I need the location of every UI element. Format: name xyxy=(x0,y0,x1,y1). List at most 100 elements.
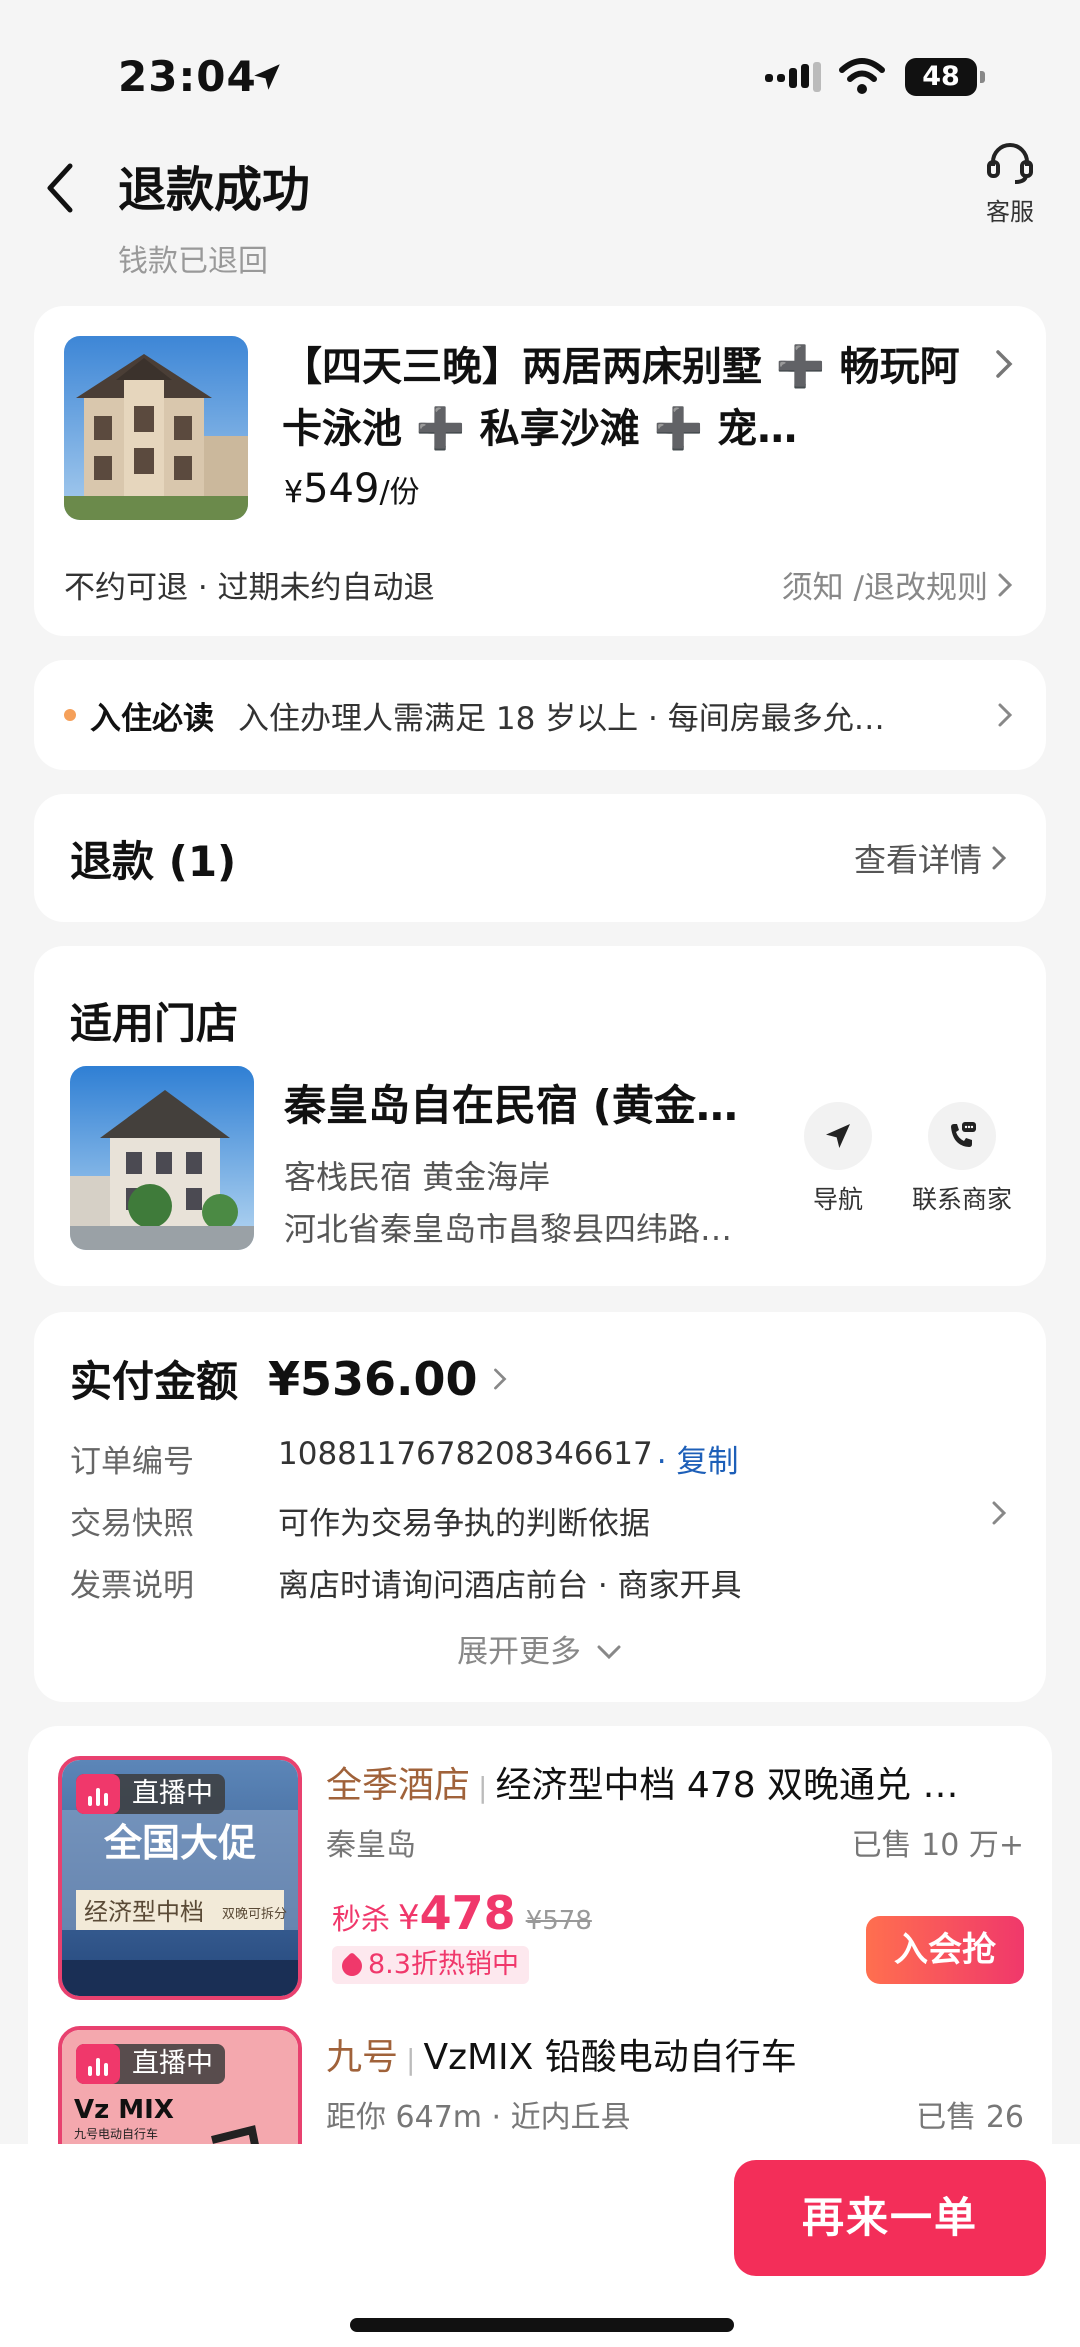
paid-amount-label: 实付金额 xyxy=(70,1357,239,1406)
product-title[interactable]: 【四天三晚】两居两床别墅 ➕ 畅玩阿卡泳池 ➕ 私享沙滩 ➕ 宠… xyxy=(282,336,962,460)
cellular-signal-icon xyxy=(765,62,823,98)
recommendation-brand: 全季酒店 xyxy=(326,1765,471,1806)
chevron-right-icon xyxy=(493,1368,507,1389)
page-title: 退款成功 xyxy=(118,162,311,218)
price-value: 549 xyxy=(303,466,380,512)
join-and-buy-button[interactable]: 入会抢 xyxy=(866,1916,1024,1984)
store-image[interactable] xyxy=(70,1066,254,1250)
notice-text: 入住办理人需满足 18 岁以上 · 每间房最多允… xyxy=(238,700,885,737)
invoice-key: 发票说明 xyxy=(70,1568,194,1604)
recommendation-sold: 已售 10 万+ xyxy=(851,1828,1024,1863)
check-in-notice[interactable]: 入住必读 入住办理人需满足 18 岁以上 · 每间房最多允… xyxy=(34,660,1046,770)
store-tags: 客栈民宿 黄金海岸 xyxy=(284,1158,551,1196)
refund-policy-text: 不约可退 · 过期未约自动退 xyxy=(64,570,435,606)
live-bars-icon xyxy=(76,1774,120,1814)
notice-label: 入住必读 xyxy=(90,700,214,737)
refund-section[interactable]: 退款 (1) 查看详情 xyxy=(34,794,1046,922)
order-number-key: 订单编号 xyxy=(70,1444,194,1480)
invoice-row: 发票说明 离店时请询问酒店前台 · 商家开具 xyxy=(70,1560,742,1605)
discount-label: 8.3折热销中 xyxy=(368,1949,519,1980)
invoice-value: 离店时请询问酒店前台 · 商家开具 xyxy=(278,1568,742,1604)
chevron-right-icon xyxy=(998,703,1013,727)
navigate-label: 导航 xyxy=(812,1185,863,1214)
store-section-title: 适用门店 xyxy=(70,999,239,1048)
paid-amount-row[interactable]: 实付金额 ¥536.00 xyxy=(70,1348,510,1409)
contact-merchant-button[interactable]: 联系商家 xyxy=(906,1102,1018,1216)
wifi-icon xyxy=(838,58,886,102)
price-unit: /份 xyxy=(379,475,420,510)
promo-image-text: 全国大促 xyxy=(103,1821,256,1865)
promo-image-text: Vz MIX xyxy=(74,2095,174,2125)
live-label: 直播中 xyxy=(132,1778,213,1809)
order-number-value: 1088117678208346617 xyxy=(278,1436,653,1472)
price-tag-icon xyxy=(337,1951,367,1981)
contact-merchant-label: 联系商家 xyxy=(911,1185,1012,1214)
rules-link-label: 须知 /退改规则 xyxy=(781,570,988,606)
price-symbol: ¥ xyxy=(284,475,304,510)
recommendation-title[interactable]: 全季酒店 | 经济型中档 478 双晚通兑 … xyxy=(326,1756,1016,1808)
refund-label: 退款 (1) xyxy=(70,836,237,886)
title-separator: | xyxy=(478,1771,488,1804)
title-separator: | xyxy=(406,2043,416,2076)
store-section: 适用门店 秦皇岛自在民宿 (黄金… 客栈民宿 黄金海岸 河北省秦皇岛市昌黎县四纬… xyxy=(34,946,1046,1286)
recommendation-list: 全国大促 经济型中档 双晚可拆分 直播中 全季酒店 | 经济型中档 478 双晚通兑… xyxy=(28,1726,1052,2186)
recommendation-name: 经济型中档 478 双晚通兑 … xyxy=(495,1765,959,1806)
recommendation-image[interactable]: 全国大促 经济型中档 双晚可拆分 直播中 xyxy=(58,1756,302,2000)
status-time: 23:04 xyxy=(118,52,257,101)
page-subtitle: 钱款已退回 xyxy=(118,244,268,279)
chevron-right-icon xyxy=(992,346,1016,386)
transaction-snapshot-row[interactable]: 交易快照 可作为交易争执的判断依据 xyxy=(70,1498,1010,1543)
order-number-row: 订单编号 1088117678208346617 · 复制 xyxy=(70,1436,738,1481)
original-price: ¥578 xyxy=(525,1906,592,1936)
chevron-right-icon xyxy=(992,1501,1007,1525)
bottom-action-bar: 再来一单 xyxy=(0,2144,1080,2347)
back-button[interactable] xyxy=(40,158,90,218)
paid-amount-value: ¥536.00 xyxy=(268,1351,478,1406)
product-image xyxy=(64,336,248,520)
store-name[interactable]: 秦皇岛自在民宿 (黄金… xyxy=(284,1072,764,1133)
store-address: 河北省秦皇岛市昌黎县四纬路… xyxy=(284,1210,733,1248)
live-bars-icon xyxy=(76,2044,120,2084)
recommendation-location: 距你 647m · 近内丘县 xyxy=(326,2100,631,2135)
headset-icon xyxy=(987,143,1033,184)
recommendation-sold: 已售 26 xyxy=(916,2100,1024,2135)
copy-order-number-button[interactable]: · 复制 xyxy=(657,1436,739,1481)
live-badge: 直播中 xyxy=(76,2044,225,2084)
customer-service-label: 客服 xyxy=(986,198,1034,226)
status-bar: 23:04 48 xyxy=(0,0,1080,150)
location-arrow-icon xyxy=(250,60,284,98)
chevron-right-icon xyxy=(992,846,1007,870)
chevron-right-icon xyxy=(998,573,1013,596)
recommendation-name: VzMIX 铅酸电动自行车 xyxy=(423,2037,797,2078)
discount-badge: 8.3折热销中 xyxy=(332,1946,529,1984)
promo-image-caption: 双晚可拆分 xyxy=(222,1907,287,1922)
recommendation-location: 秦皇岛 xyxy=(326,1828,416,1863)
customer-service-button[interactable]: 客服 xyxy=(970,140,1050,227)
payment-section: 实付金额 ¥536.00 订单编号 1088117678208346617 · … xyxy=(34,1312,1046,1702)
snapshot-value: 可作为交易争执的判断依据 xyxy=(278,1506,650,1542)
navigation-arrow-icon xyxy=(826,1124,850,1148)
flash-sale-label: 秒杀 xyxy=(332,1902,391,1936)
product-card[interactable]: 【四天三晚】两居两床别墅 ➕ 畅玩阿卡泳池 ➕ 私享沙滩 ➕ 宠… ¥549/份… xyxy=(34,306,1046,636)
notice-dot xyxy=(64,709,76,721)
expand-more-button[interactable]: 展开更多 xyxy=(34,1626,1046,1671)
live-badge: 直播中 xyxy=(76,1774,225,1814)
navigate-button[interactable]: 导航 xyxy=(782,1102,894,1216)
refund-details-link[interactable]: 查看详情 xyxy=(854,835,1010,881)
phone-chat-icon xyxy=(951,1122,976,1147)
battery-indicator: 48 xyxy=(905,58,985,96)
rules-link[interactable]: 须知 /退改规则 xyxy=(782,562,1016,607)
live-label: 直播中 xyxy=(132,2048,213,2079)
chevron-down-icon xyxy=(597,1645,621,1660)
home-indicator xyxy=(350,2318,734,2332)
reorder-button[interactable]: 再来一单 xyxy=(734,2160,1046,2276)
expand-more-label: 展开更多 xyxy=(457,1634,582,1670)
recommendation-brand: 九号 xyxy=(326,2037,399,2078)
recommendation-price: 秒杀 ¥ 478 ¥578 xyxy=(332,1886,592,1940)
price-value: 478 xyxy=(419,1886,516,1940)
snapshot-key: 交易快照 xyxy=(70,1506,194,1542)
price-symbol: ¥ xyxy=(398,1898,420,1938)
product-price: ¥549/份 xyxy=(284,466,420,512)
recommendation-title[interactable]: 九号 | VzMIX 铅酸电动自行车 xyxy=(326,2028,1016,2080)
promo-image-subtext: 九号电动自行车 xyxy=(74,2126,158,2141)
